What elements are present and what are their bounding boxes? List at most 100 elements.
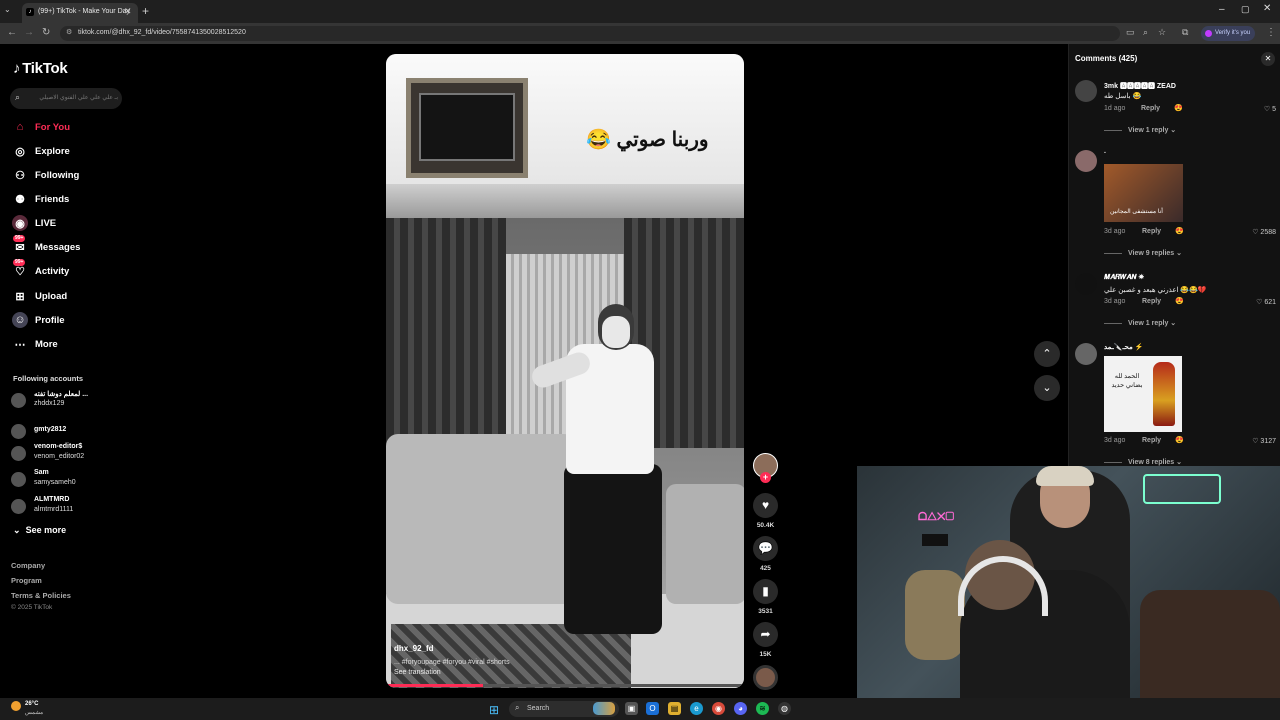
following-account[interactable]: لمعلم دوشا تفته ... zhddx129 <box>11 390 121 412</box>
browser-tab[interactable]: ♪ (99+) TikTok - Make Your Day <box>22 3 138 23</box>
see-more-button[interactable]: ⌄ See more <box>13 525 66 536</box>
outlook-icon[interactable]: O <box>646 702 659 715</box>
avatar[interactable] <box>1075 150 1097 172</box>
close-comments-icon[interactable]: ✕ <box>1261 52 1275 66</box>
follow-plus-icon[interactable]: + <box>760 472 771 483</box>
avatar[interactable] <box>1075 343 1097 365</box>
windows-start-icon[interactable]: ⊞ <box>489 703 499 717</box>
comment-like-button[interactable]: ♡ 2588 <box>1236 228 1276 236</box>
following-account[interactable]: Sam samysameh0 <box>11 469 121 491</box>
see-translation-link[interactable]: See translation <box>394 669 441 676</box>
footer-terms-link[interactable]: Terms & Policies <box>11 591 71 600</box>
view-replies-button[interactable]: View 1 reply ⌄ <box>1104 126 1176 134</box>
video-player[interactable]: وربنا صوتي 😂 dhx_92_fd ... #foryoupage #… <box>386 54 744 688</box>
video-cornice <box>386 184 744 218</box>
next-video-button[interactable]: ⌄ <box>1034 375 1060 401</box>
like-count: 50.4K <box>756 522 775 529</box>
zoom-icon[interactable]: ⌕ <box>1143 27 1148 38</box>
live-icon: ◉ <box>12 215 28 231</box>
discord-icon[interactable]: ◕ <box>734 702 747 715</box>
nav-friends[interactable]: ⚉ Friends <box>12 189 122 209</box>
chrome-icon[interactable]: ◉ <box>712 702 725 715</box>
minimize-icon[interactable]: – <box>1219 4 1225 15</box>
url-text[interactable]: tiktok.com/@dhx_92_fd/video/755874135002… <box>78 29 246 36</box>
following-account[interactable]: ALMTMRD almtmrd1111 <box>11 496 121 518</box>
nav-profile[interactable]: ☺ Profile <box>12 310 122 330</box>
nav-messages[interactable]: ✉ 99+ Messages <box>12 235 122 257</box>
nav-explore[interactable]: ◎ Explore <box>12 141 122 161</box>
nav-live[interactable]: ◉ LIVE <box>12 213 122 233</box>
reply-button[interactable]: Reply <box>1142 228 1161 235</box>
previous-video-button[interactable]: ⌃ <box>1034 341 1060 367</box>
reaction-icon[interactable]: 😍 <box>1175 227 1184 235</box>
nav-following[interactable]: ⚇ Following <box>12 165 122 185</box>
spotify-icon[interactable]: ≋ <box>756 702 769 715</box>
reload-icon[interactable]: ↻ <box>42 27 50 38</box>
nav-more[interactable]: ⋯ More <box>12 334 122 354</box>
extensions-icon[interactable]: ⧉ <box>1182 27 1188 38</box>
nav-for-you[interactable]: ⌂ For You <box>12 117 122 137</box>
chevron-up-icon: ⌃ <box>1042 348 1052 360</box>
weather-temperature[interactable]: 26°C <box>25 701 38 707</box>
comment-author[interactable]: محـ🔪ـمد ⚡ <box>1104 343 1143 351</box>
music-disc[interactable] <box>753 665 778 690</box>
tab-title: (99+) TikTok - Make Your Day <box>38 8 131 15</box>
verify-profile-button[interactable]: Verify it's you <box>1201 26 1255 41</box>
share-count: 15K <box>759 651 772 658</box>
comment-like-button[interactable]: ♡ 5 <box>1236 105 1276 113</box>
comment-time: 3d ago <box>1104 298 1126 305</box>
share-button[interactable]: ➦ <box>753 622 778 647</box>
weather-sun-icon[interactable] <box>11 701 21 711</box>
nav-upload[interactable]: ⊞ Upload <box>12 286 122 306</box>
nav-activity[interactable]: ♡ 99+ Activity <box>12 259 122 281</box>
comment-like-button[interactable]: ♡ 3127 <box>1236 437 1276 445</box>
site-info-icon[interactable]: ⚙ <box>66 28 72 36</box>
task-view-icon[interactable]: ▣ <box>625 702 638 715</box>
following-account[interactable]: gmty2812 <box>11 421 121 443</box>
comments-title: Comments (425) <box>1075 54 1138 63</box>
browser-menu-icon[interactable]: ⋮ <box>1266 27 1276 38</box>
new-tab-icon[interactable]: + <box>142 4 149 18</box>
video-sofa <box>386 434 576 604</box>
comment-author[interactable]: 𝑴𝑨𝑹𝑾𝑨𝑵 ✵ <box>1104 274 1144 282</box>
video-overlay-text: وربنا صوتي 😂 <box>586 129 709 151</box>
comment-image-caption: الحمد لله بضاني حديد <box>1111 373 1143 389</box>
comment-author[interactable]: . <box>1104 148 1106 155</box>
like-button[interactable]: ♥ <box>753 493 778 518</box>
bookmark-star-icon[interactable]: ☆ <box>1158 27 1166 38</box>
close-tab-icon[interactable]: ✕ <box>124 6 132 17</box>
avatar[interactable] <box>1075 80 1097 102</box>
maximize-icon[interactable]: ▢ <box>1241 4 1250 15</box>
view-replies-button[interactable]: View 8 replies ⌄ <box>1104 458 1182 466</box>
tiktok-logo[interactable]: ♪ TikTok <box>13 60 68 77</box>
window-close-icon[interactable]: ✕ <box>1263 3 1271 14</box>
file-explorer-icon[interactable]: ▤ <box>668 702 681 715</box>
comment-button[interactable]: 💬 <box>753 536 778 561</box>
tab-search-icon[interactable]: ⌄ <box>4 5 11 14</box>
footer-program-link[interactable]: Program <box>11 576 42 585</box>
cast-icon[interactable]: ▭ <box>1126 27 1135 38</box>
chevron-down-icon: ⌄ <box>1042 382 1052 394</box>
forward-arrow-icon[interactable]: → <box>24 27 34 38</box>
comment-author[interactable]: 3mk 🅰🅰🅰🅰🅰 ZEAD <box>1104 81 1176 91</box>
comment-like-button[interactable]: ♡ 621 <box>1236 298 1276 306</box>
reaction-icon[interactable]: 😍 <box>1175 436 1184 444</box>
view-replies-button[interactable]: View 1 reply ⌄ <box>1104 319 1176 327</box>
reaction-icon[interactable]: 😍 <box>1175 297 1184 305</box>
reply-button[interactable]: Reply <box>1142 298 1161 305</box>
view-replies-button[interactable]: View 9 replies ⌄ <box>1104 249 1182 257</box>
following-account[interactable]: venom-editor$ venom_editor02 <box>11 443 121 465</box>
messages-badge: 99+ <box>13 235 26 242</box>
footer-company-link[interactable]: Company <box>11 561 45 570</box>
back-arrow-icon[interactable]: ← <box>7 27 17 38</box>
reaction-icon[interactable]: 😍 <box>1174 104 1183 112</box>
save-button[interactable]: ▮ <box>753 579 778 604</box>
reply-button[interactable]: Reply <box>1141 105 1160 112</box>
app-icon[interactable]: ◍ <box>778 702 791 715</box>
upload-icon: ⊞ <box>15 290 25 303</box>
avatar[interactable] <box>1075 273 1097 295</box>
video-hashtags[interactable]: ... #foryoupage #foryou #viral #shorts <box>394 659 510 666</box>
video-username[interactable]: dhx_92_fd <box>394 644 434 653</box>
edge-icon[interactable]: e <box>690 702 703 715</box>
reply-button[interactable]: Reply <box>1142 437 1161 444</box>
